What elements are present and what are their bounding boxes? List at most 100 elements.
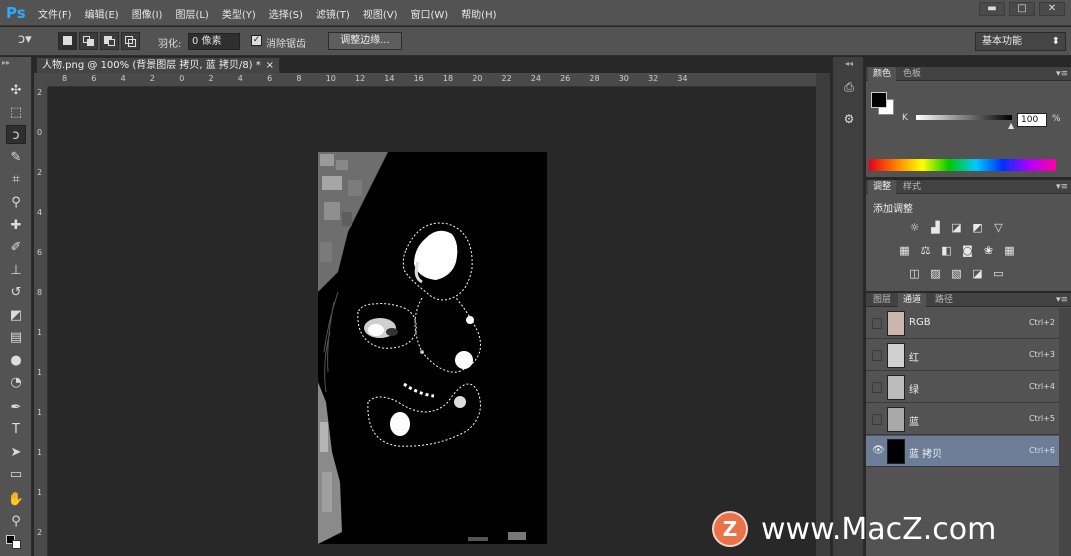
lasso-preset-icon[interactable]: ↄ▾ (18, 32, 48, 50)
ruler-tick-label: 22 (501, 74, 512, 83)
gradient-tool-icon[interactable]: ▤ (6, 328, 26, 347)
channel-row[interactable]: 红 Ctrl+3 (866, 340, 1059, 371)
panel-menu-icon[interactable]: ▾≡ (1056, 180, 1068, 194)
vertical-ruler[interactable]: 2 0 2 4 6 8 1 1 1 1 1 2 (34, 87, 48, 556)
refine-edge-button[interactable]: 调整边缘... (328, 32, 402, 50)
k-value-input[interactable]: 100 (1017, 113, 1047, 127)
hue-icon[interactable]: ▦ (897, 244, 912, 257)
tab-styles[interactable]: 样式 (898, 180, 926, 194)
expand-panels-icon[interactable]: ◂◂ (845, 59, 853, 68)
path-select-tool-icon[interactable]: ➤ (6, 443, 26, 462)
close-tab-icon[interactable]: × (266, 58, 274, 73)
zoom-tool-icon[interactable]: ⚲ (6, 512, 26, 531)
menu-edit[interactable]: 编辑(E) (85, 6, 119, 21)
close-button[interactable]: ✕ (1039, 2, 1065, 16)
panel-menu-icon[interactable]: ▾≡ (1056, 67, 1068, 81)
lookup-icon[interactable]: ▦ (1002, 244, 1017, 257)
posterize-icon[interactable]: ▨ (928, 267, 943, 280)
minimize-button[interactable]: ▬ (979, 2, 1005, 16)
ruler-origin[interactable] (34, 73, 48, 87)
healing-tool-icon[interactable]: ✚ (6, 216, 26, 235)
brightness-icon[interactable]: ☼ (907, 221, 922, 234)
move-tool-icon[interactable]: ✣ (6, 81, 26, 100)
tab-swatches[interactable]: 色板 (898, 67, 926, 81)
selective-color-icon[interactable]: ◪ (970, 267, 985, 280)
crop-tool-icon[interactable]: ⌗ (6, 170, 26, 189)
menu-layer[interactable]: 图层(L) (175, 6, 208, 21)
visibility-toggle[interactable] (872, 350, 882, 361)
menu-view[interactable]: 视图(V) (363, 6, 398, 21)
menu-window[interactable]: 窗口(W) (410, 6, 448, 21)
ruler-tick-label: 6 (91, 74, 97, 83)
history-panel-icon[interactable]: ⎙ (840, 78, 858, 96)
mixer-icon[interactable]: ❀ (981, 244, 996, 257)
channel-row[interactable]: RGB Ctrl+2 (866, 308, 1059, 339)
menu-help[interactable]: 帮助(H) (461, 6, 496, 21)
menu-file[interactable]: 文件(F) (38, 6, 72, 21)
eraser-tool-icon[interactable]: ◩ (6, 306, 26, 325)
add-selection-button[interactable] (79, 32, 98, 50)
tab-paths[interactable]: 路径 (930, 293, 958, 307)
exposure-icon[interactable]: ◩ (970, 221, 985, 234)
blur-tool-icon[interactable]: ● (6, 351, 26, 370)
menu-bar: Ps 文件(F) 编辑(E) 图像(I) 图层(L) 类型(Y) 选择(S) 滤… (0, 0, 1071, 26)
visibility-toggle[interactable] (872, 318, 882, 329)
pen-tool-icon[interactable]: ✒ (6, 398, 26, 417)
quick-select-tool-icon[interactable]: ✎ (6, 148, 26, 167)
color-spectrum[interactable] (869, 159, 1056, 171)
tab-adjustments[interactable]: 调整 (868, 180, 897, 194)
horizontal-ruler[interactable]: 8 6 4 2 0 2 4 6 8 10 12 14 16 18 20 22 24 26 28 30 32 34 (48, 73, 816, 87)
stamp-tool-icon[interactable]: ⊥ (6, 261, 26, 280)
channel-row[interactable]: 👁 蓝 拷贝 Ctrl+6 (866, 436, 1059, 467)
subtract-selection-button[interactable] (100, 32, 119, 50)
new-selection-button[interactable] (58, 32, 77, 50)
vibrance-icon[interactable]: ▽ (991, 221, 1006, 234)
lasso-tool-icon[interactable]: ↄ (6, 125, 26, 144)
visibility-toggle[interactable] (872, 382, 882, 393)
antialias-checkbox[interactable]: ✓ (251, 35, 262, 46)
ruler-tick-label: 18 (442, 74, 454, 83)
background-swatch[interactable] (12, 540, 21, 549)
k-slider-handle[interactable]: ▲ (1008, 121, 1014, 130)
menu-select[interactable]: 选择(S) (269, 6, 303, 21)
document-image[interactable] (318, 152, 547, 544)
workspace-select[interactable]: 基本功能 ⬍ (975, 32, 1066, 51)
channel-row[interactable]: 绿 Ctrl+4 (866, 372, 1059, 403)
hand-tool-icon[interactable]: ✋ (6, 490, 26, 509)
tab-channels[interactable]: 通道 (898, 293, 927, 307)
menu-image[interactable]: 图像(I) (132, 6, 163, 21)
tab-layers[interactable]: 图层 (868, 293, 896, 307)
properties-panel-icon[interactable]: ⚙ (840, 110, 858, 128)
collapse-icon[interactable]: ▸▸ (2, 58, 10, 67)
eyedropper-tool-icon[interactable]: ⚲ (6, 193, 26, 212)
menu-type[interactable]: 类型(Y) (222, 6, 256, 21)
levels-icon[interactable]: ▟ (928, 221, 943, 234)
channels-scrollbar[interactable] (1059, 308, 1071, 556)
history-brush-icon[interactable]: ↺ (6, 283, 26, 302)
eye-icon[interactable]: 👁 (872, 446, 885, 457)
brush-tool-icon[interactable]: ✐ (6, 238, 26, 257)
curves-icon[interactable]: ◪ (949, 221, 964, 234)
dodge-tool-icon[interactable]: ◔ (6, 373, 26, 392)
invert-icon[interactable]: ◫ (907, 267, 922, 280)
restore-button[interactable]: □ (1009, 2, 1035, 16)
photo-filter-icon[interactable]: ◙ (960, 244, 975, 257)
k-slider-track[interactable] (916, 115, 1012, 120)
threshold-icon[interactable]: ▧ (949, 267, 964, 280)
bw-icon[interactable]: ◧ (939, 244, 954, 257)
channel-row[interactable]: 蓝 Ctrl+5 (866, 404, 1059, 435)
intersect-selection-button[interactable] (121, 32, 140, 50)
feather-input[interactable]: 0 像素 (188, 33, 240, 50)
menu-filter[interactable]: 滤镜(T) (316, 6, 350, 21)
gradient-map-icon[interactable]: ▭ (991, 267, 1006, 280)
tab-color[interactable]: 颜色 (868, 67, 897, 81)
document-tab[interactable]: 人物.png @ 100% (背景图层 拷贝, 蓝 拷贝/8) * × (36, 57, 280, 73)
panel-menu-icon[interactable]: ▾≡ (1056, 293, 1068, 307)
visibility-toggle[interactable] (872, 414, 882, 425)
vertical-scrollbar[interactable] (816, 73, 830, 556)
balance-icon[interactable]: ⚖ (918, 244, 933, 257)
shape-tool-icon[interactable]: ▭ (6, 465, 26, 484)
foreground-color-swatch[interactable] (871, 92, 887, 108)
marquee-tool-icon[interactable]: ⬚ (6, 103, 26, 122)
type-tool-icon[interactable]: T (6, 420, 26, 439)
